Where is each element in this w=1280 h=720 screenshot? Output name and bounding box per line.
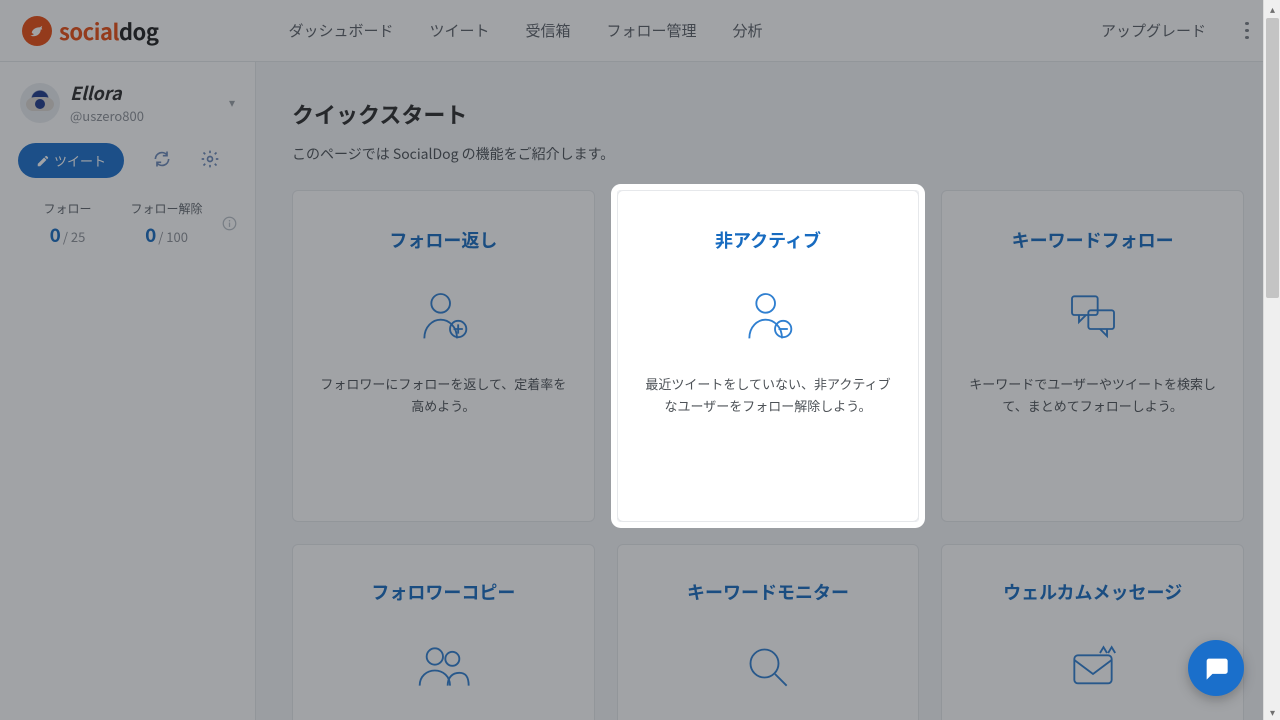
main-content: クイックスタート このページでは SocialDog の機能をご紹介します。 フ… (256, 62, 1280, 720)
card-desc: フォロワーにフォローを返して、定着率を高めよう。 (317, 373, 570, 417)
follow-stats: フォロー 0/ 25 フォロー解除 0/ 100 (14, 200, 241, 248)
unfollow-stat-label: フォロー解除 (117, 200, 216, 217)
scroll-down-icon[interactable]: ▾ (1264, 703, 1280, 720)
refresh-icon (152, 149, 172, 169)
chat-bubbles-icon (966, 285, 1219, 345)
unfollow-stat-value: 0/ 100 (117, 221, 216, 248)
card-title: ウェルカムメッセージ (966, 579, 1219, 605)
quickstart-grid: フォロー返し フォロワーにフォローを返して、定着率を高めよう。 非アクティブ 最… (292, 190, 1244, 720)
upgrade-button[interactable]: アップグレード (1101, 20, 1206, 41)
card-title: フォロワーコピー (317, 579, 570, 605)
brand-logo[interactable]: socialdog (22, 15, 158, 47)
follow-stat-value: 0/ 25 (18, 221, 117, 248)
card-title: キーワードフォロー (966, 227, 1219, 253)
gear-icon (200, 149, 220, 169)
card-desc: 最近ツイートをしていない、非アクティブなユーザーをフォロー解除しよう。 (642, 373, 895, 417)
card-inactive[interactable]: 非アクティブ 最近ツイートをしていない、非アクティブなユーザーをフォロー解除しよ… (617, 190, 920, 522)
top-bar: socialdog ダッシュボード ツイート 受信箱 フォロー管理 分析 アップ… (0, 0, 1280, 62)
follow-stat-label: フォロー (18, 200, 117, 217)
user-plus-icon (317, 285, 570, 345)
account-switcher[interactable]: Ellora @uszero800 ▾ (14, 80, 241, 125)
account-handle: @uszero800 (70, 106, 229, 125)
info-icon[interactable] (222, 212, 237, 236)
card-follower-copy[interactable]: フォロワーコピー 類似アカウントのフォロワーをまとめて (292, 544, 595, 720)
card-welcome-message[interactable]: ウェルカムメッセージ Twitter 上で DM 画面を開いた際に、自 (941, 544, 1244, 720)
overflow-menu-icon[interactable] (1236, 20, 1258, 42)
nav-analytics[interactable]: 分析 (733, 20, 763, 41)
card-title: フォロー返し (317, 227, 570, 253)
users-icon (317, 637, 570, 697)
card-desc: キーワードでユーザーやツイートを検索して、まとめてフォローしよう。 (966, 373, 1219, 417)
brand-logo-icon (22, 16, 52, 46)
user-minus-icon (642, 285, 895, 345)
card-keyword-follow[interactable]: キーワードフォロー キーワードでユーザーやツイートを検索して、まとめてフォローし… (941, 190, 1244, 522)
nav-dashboard[interactable]: ダッシュボード (288, 20, 393, 41)
scroll-thumb[interactable] (1266, 18, 1279, 298)
compose-tweet-button[interactable]: ツイート (18, 143, 124, 178)
settings-button[interactable] (200, 149, 220, 172)
page-title: クイックスタート (292, 98, 1244, 130)
nav-tweet[interactable]: ツイート (429, 20, 489, 41)
magnifier-icon (642, 637, 895, 697)
card-title: キーワードモニター (642, 579, 895, 605)
sidebar: Ellora @uszero800 ▾ ツイート フォロー 0/ 25 (0, 62, 256, 720)
mail-notification-icon (966, 637, 1219, 697)
brand-logo-text: socialdog (59, 15, 158, 47)
vertical-scrollbar[interactable]: ▴ ▾ (1263, 0, 1280, 720)
chat-icon (1202, 654, 1230, 682)
primary-nav: ダッシュボード ツイート 受信箱 フォロー管理 分析 (288, 20, 798, 41)
avatar (20, 83, 60, 123)
card-keyword-monitor[interactable]: キーワードモニター 自動収集したいキーワードを登録して、 (617, 544, 920, 720)
card-title: 非アクティブ (642, 227, 895, 253)
refresh-button[interactable] (152, 149, 172, 172)
nav-follow[interactable]: フォロー管理 (607, 20, 697, 41)
nav-inbox[interactable]: 受信箱 (526, 20, 571, 41)
chevron-down-icon: ▾ (229, 94, 235, 111)
scroll-up-icon[interactable]: ▴ (1264, 0, 1280, 17)
page-subtitle: このページでは SocialDog の機能をご紹介します。 (292, 144, 1244, 164)
intercom-chat-button[interactable] (1188, 640, 1244, 696)
account-name: Ellora (70, 80, 229, 106)
compose-tweet-label: ツイート (54, 151, 106, 170)
card-follow-back[interactable]: フォロー返し フォロワーにフォローを返して、定着率を高めよう。 (292, 190, 595, 522)
